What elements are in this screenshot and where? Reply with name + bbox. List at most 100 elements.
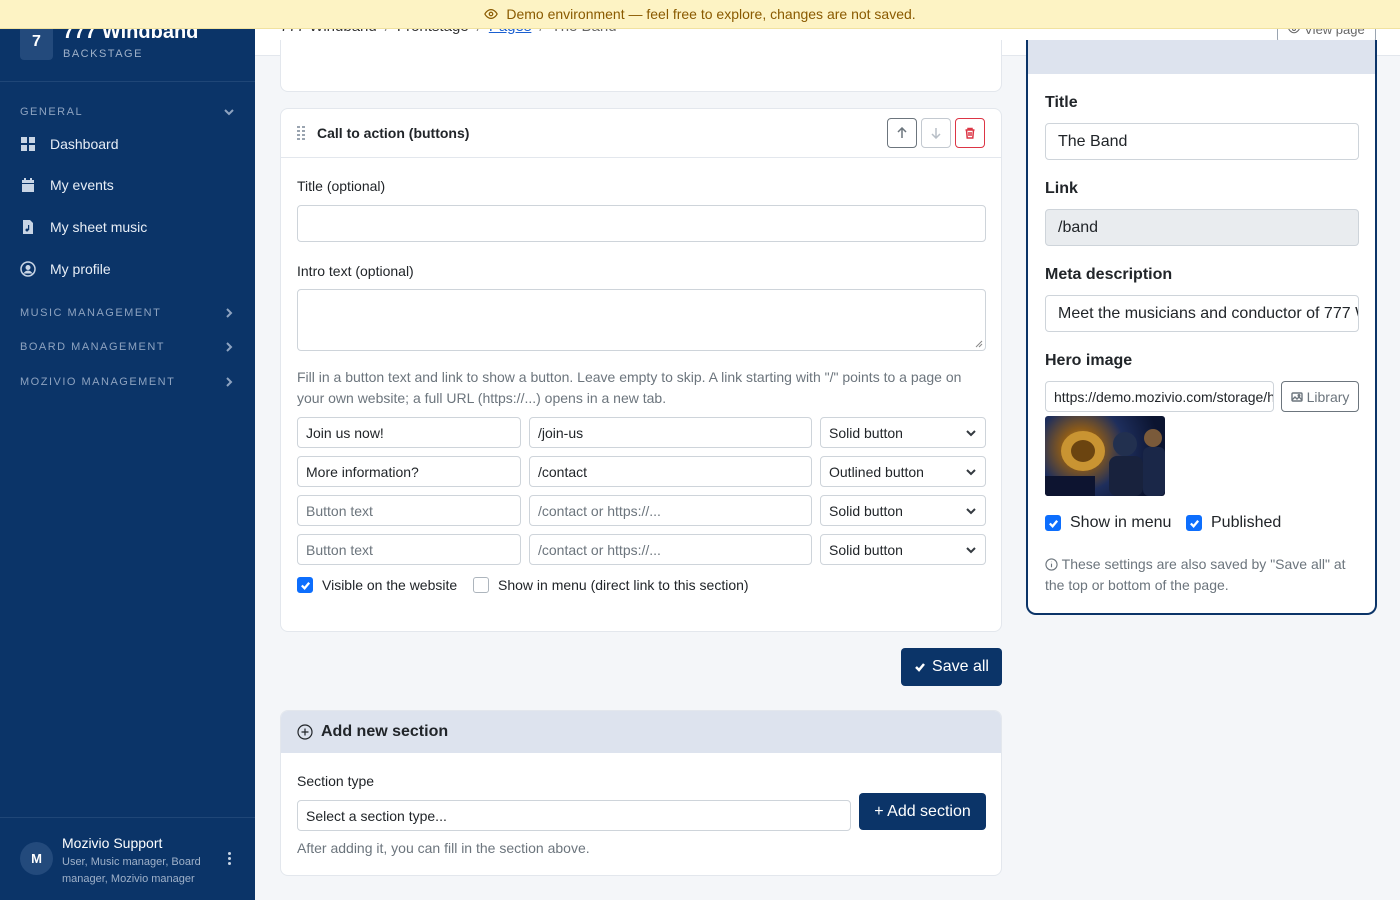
sidebar-item-my-sheet-music[interactable]: My sheet music bbox=[20, 219, 147, 235]
add-section-header: Add new section bbox=[281, 711, 1001, 753]
check-icon bbox=[300, 581, 310, 590]
chevron-right-icon bbox=[226, 377, 233, 387]
brand[interactable]: 7 777 Windband BACKSTAGE bbox=[20, 22, 198, 60]
brand-badge: 7 bbox=[20, 24, 53, 60]
cta-intro-label: Intro text (optional) bbox=[297, 263, 414, 279]
delete-section-button[interactable] bbox=[955, 118, 985, 148]
button-style-select[interactable]: Solid button bbox=[820, 417, 986, 448]
cta-section-title: Call to action (buttons) bbox=[317, 125, 470, 141]
cta-section-card: Call to action (buttons) Title (optional… bbox=[280, 108, 1002, 632]
arrow-down-icon bbox=[931, 128, 941, 139]
check-icon bbox=[1048, 519, 1058, 528]
checkbox-label: Published bbox=[1211, 514, 1282, 531]
checkbox-checked[interactable] bbox=[1186, 515, 1202, 531]
button-link-input[interactable]: /join-us bbox=[529, 417, 812, 448]
check-icon bbox=[915, 663, 925, 672]
settings-note-text: These settings are also saved by "Save a… bbox=[1045, 556, 1346, 593]
page-link-input: /band bbox=[1045, 209, 1359, 246]
grid-icon bbox=[21, 137, 35, 151]
chevron-down-icon bbox=[224, 109, 234, 116]
sidebar-section-label: MOZIVIO MANAGEMENT bbox=[20, 376, 176, 388]
avatar[interactable]: M bbox=[20, 842, 53, 875]
resize-handle-icon[interactable] bbox=[975, 340, 983, 348]
show-in-menu-checkbox[interactable]: Show in menu bbox=[1045, 514, 1171, 532]
checkbox-unchecked[interactable] bbox=[473, 577, 489, 593]
user-name: Mozivio Support bbox=[62, 835, 163, 851]
calendar-icon bbox=[22, 178, 34, 192]
button-style-value: Solid button bbox=[829, 541, 903, 558]
hero-image-thumbnail bbox=[1045, 416, 1165, 496]
button-link-input[interactable]: /contact or https://... bbox=[529, 534, 812, 565]
button-style-select[interactable]: Solid button bbox=[820, 495, 986, 526]
visible-on-website-checkbox[interactable]: Visible on the website bbox=[297, 577, 457, 593]
hero-image-label: Hero image bbox=[1045, 352, 1133, 369]
cta-title-input[interactable] bbox=[297, 205, 986, 242]
meta-description-label: Meta description bbox=[1045, 266, 1173, 283]
sidebar-item-label: Dashboard bbox=[50, 136, 119, 152]
brand-subtitle: BACKSTAGE bbox=[63, 48, 143, 60]
move-up-button[interactable] bbox=[887, 118, 917, 148]
plus-circle-icon bbox=[297, 724, 313, 740]
button-style-select[interactable]: Outlined button bbox=[820, 456, 986, 487]
published-checkbox[interactable]: Published bbox=[1186, 514, 1281, 532]
sidebar-section-board-management[interactable]: BOARD MANAGEMENT bbox=[20, 341, 235, 353]
demo-banner-text: Demo environment — feel free to explore,… bbox=[506, 6, 916, 22]
library-button[interactable]: Library bbox=[1281, 381, 1359, 412]
section-type-label: Section type bbox=[297, 773, 375, 789]
add-section-button[interactable]: + Add section bbox=[859, 793, 986, 830]
sidebar-item-label: My events bbox=[50, 177, 114, 193]
button-link-input[interactable]: /contact or https://... bbox=[529, 495, 812, 526]
chevron-down-icon bbox=[966, 468, 976, 475]
button-style-value: Solid button bbox=[829, 424, 903, 441]
button-style-value: Outlined button bbox=[829, 463, 924, 480]
sidebar-section-general[interactable]: GENERAL bbox=[20, 106, 235, 118]
hero-image-photo bbox=[1045, 429, 1165, 496]
button-text-input[interactable]: More information? bbox=[297, 456, 521, 487]
sidebar-section-label: MUSIC MANAGEMENT bbox=[20, 307, 162, 319]
button-style-select[interactable]: Solid button bbox=[820, 534, 986, 565]
check-icon bbox=[1189, 519, 1199, 528]
sidebar-item-my-profile[interactable]: My profile bbox=[20, 261, 111, 277]
page-title-input[interactable]: The Band bbox=[1045, 123, 1359, 160]
arrow-up-icon bbox=[897, 127, 907, 138]
chevron-down-icon bbox=[966, 429, 976, 436]
sidebar-item-label: My profile bbox=[50, 261, 111, 277]
sidebar-item-my-events[interactable]: My events bbox=[20, 177, 114, 193]
checkbox-label: Show in menu bbox=[1070, 514, 1172, 531]
user-roles: User, Music manager, Board manager, Mozi… bbox=[62, 856, 201, 885]
panel-header bbox=[1028, 40, 1375, 74]
trash-icon bbox=[965, 127, 975, 139]
button-style-value: Solid button bbox=[829, 502, 903, 519]
info-icon bbox=[1045, 558, 1058, 571]
cta-title-label: Title (optional) bbox=[297, 178, 386, 194]
save-all-button[interactable]: Save all bbox=[901, 648, 1002, 686]
checkbox-checked[interactable] bbox=[297, 577, 313, 593]
page-settings-panel: Title The Band Link /band Meta descripti… bbox=[1026, 40, 1377, 615]
chevron-down-icon bbox=[966, 507, 976, 514]
demo-banner: Demo environment — feel free to explore,… bbox=[0, 0, 1400, 29]
checkbox-checked[interactable] bbox=[1045, 515, 1061, 531]
user-footer: M Mozivio Support User, Music manager, B… bbox=[0, 817, 255, 900]
move-down-button[interactable] bbox=[921, 118, 951, 148]
button-text-input[interactable]: Button text bbox=[297, 534, 521, 565]
show-in-menu-section-checkbox[interactable]: Show in menu (direct link to this sectio… bbox=[473, 577, 749, 593]
sidebar-item-label: My sheet music bbox=[50, 219, 148, 235]
section-type-select[interactable]: Select a section type... bbox=[297, 800, 851, 831]
chevron-right-icon bbox=[226, 342, 233, 352]
button-text-input[interactable]: Button text bbox=[297, 495, 521, 526]
page-title-label: Title bbox=[1045, 94, 1078, 111]
drag-handle-icon[interactable] bbox=[297, 126, 305, 140]
sidebar-section-music-management[interactable]: MUSIC MANAGEMENT bbox=[20, 307, 235, 319]
sidebar-section-mozivio-management[interactable]: MOZIVIO MANAGEMENT bbox=[20, 376, 235, 388]
eye-icon bbox=[484, 9, 499, 19]
sidebar-item-dashboard[interactable]: Dashboard bbox=[20, 136, 119, 152]
meta-description-input[interactable]: Meet the musicians and conductor of 777 … bbox=[1045, 295, 1359, 332]
cta-intro-textarea[interactable] bbox=[297, 289, 986, 351]
button-text-input[interactable]: Join us now! bbox=[297, 417, 521, 448]
button-link-input[interactable]: /contact bbox=[529, 456, 812, 487]
library-label: Library bbox=[1306, 388, 1350, 405]
checkbox-label: Visible on the website bbox=[322, 577, 458, 593]
section-actions bbox=[887, 118, 985, 148]
hero-image-url-input[interactable]: https://demo.mozivio.com/storage/hero.jp… bbox=[1045, 381, 1274, 412]
kebab-menu-icon[interactable] bbox=[224, 852, 234, 866]
